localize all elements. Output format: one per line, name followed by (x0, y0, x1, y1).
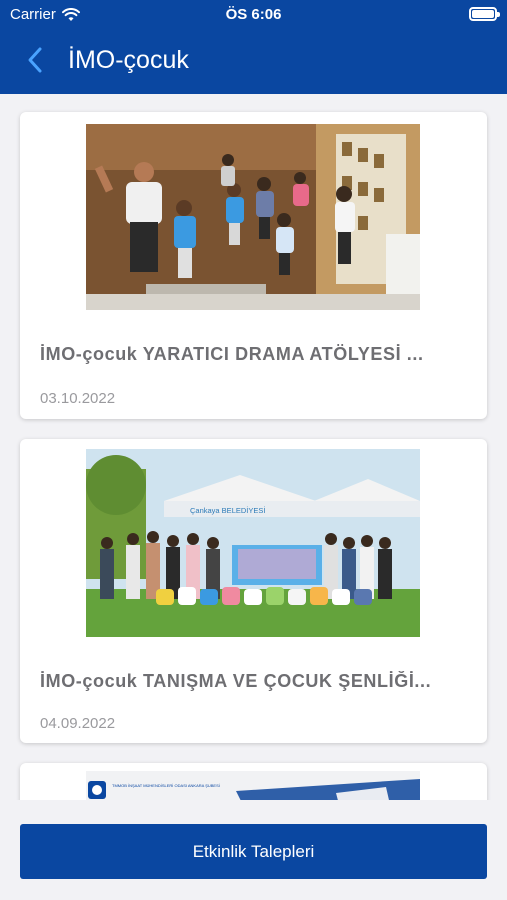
page-title: İMO-çocuk (68, 46, 189, 74)
event-photo[interactable] (86, 124, 420, 310)
event-photo-flyer: TMMOB İNŞAAT MÜHENDİSLERİ ODASI ANKARA Ş… (86, 771, 420, 800)
event-photo[interactable]: Çankaya BELEDİYESİ (86, 449, 420, 637)
event-card[interactable]: İMO-çocuk YARATICI DRAMA ATÖLYESİ ... 03… (20, 112, 487, 419)
bottom-action-area: Etkinlik Talepleri (0, 800, 507, 900)
flyer-header-text: TMMOB İNŞAAT MÜHENDİSLERİ ODASI ANKARA Ş… (112, 783, 220, 788)
tent-banner-text: Çankaya BELEDİYESİ (190, 506, 265, 515)
event-card[interactable]: Çankaya BELEDİYESİ İMO-çocuk TANIŞMA VE … (20, 439, 487, 743)
event-photo-festival: Çankaya BELEDİYESİ (86, 449, 420, 637)
status-bar: Carrier ÖS 6:06 (0, 0, 507, 28)
event-requests-button[interactable]: Etkinlik Talepleri (20, 824, 487, 879)
event-title: İMO-çocuk TANIŞMA VE ÇOCUK ŞENLİĞİ... (40, 671, 432, 691)
nav-bar: İMO-çocuk (0, 36, 507, 86)
app-screen: Carrier ÖS 6:06 İMO-çocuk İMO-çocuk YARA… (0, 0, 507, 900)
chevron-left-icon[interactable] (24, 46, 48, 74)
battery-level (472, 10, 494, 18)
battery-icon (469, 7, 500, 21)
status-time: ÖS 6:06 (225, 6, 282, 23)
event-list[interactable]: İMO-çocuk YARATICI DRAMA ATÖLYESİ ... 03… (0, 94, 507, 800)
event-photo-drama (86, 124, 420, 310)
event-title: İMO-çocuk YARATICI DRAMA ATÖLYESİ ... (40, 344, 424, 364)
event-photo[interactable]: TMMOB İNŞAAT MÜHENDİSLERİ ODASI ANKARA Ş… (86, 771, 420, 800)
event-card[interactable]: TMMOB İNŞAAT MÜHENDİSLERİ ODASI ANKARA Ş… (20, 763, 487, 800)
header: Carrier ÖS 6:06 İMO-çocuk (0, 0, 507, 94)
event-date: 03.10.2022 (40, 390, 116, 407)
event-date: 04.09.2022 (40, 715, 116, 732)
